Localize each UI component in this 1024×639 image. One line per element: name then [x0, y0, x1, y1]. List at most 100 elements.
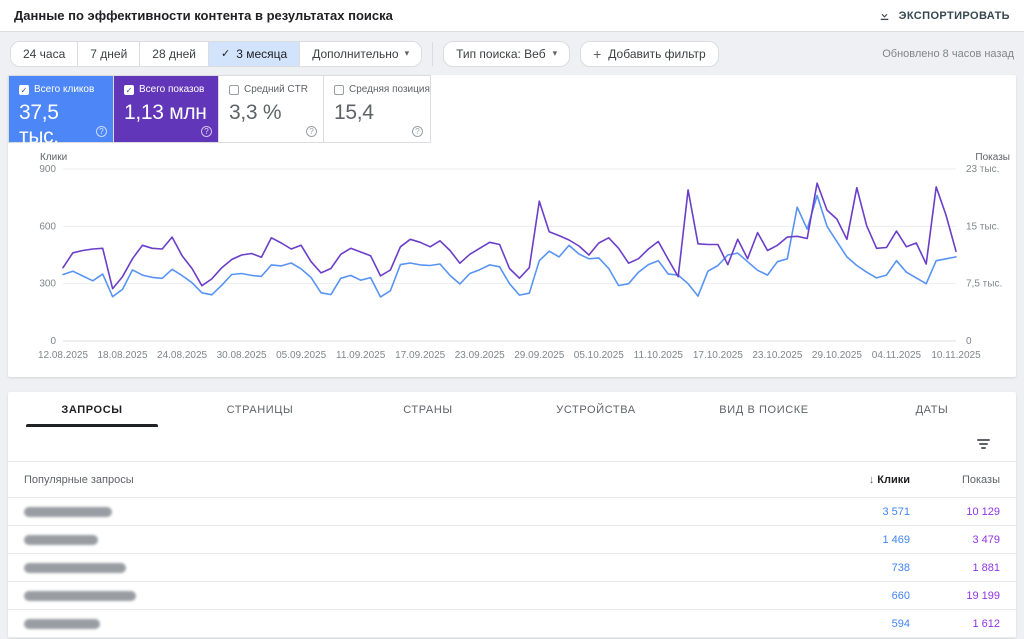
clicks-value: 3 571	[830, 506, 910, 518]
tab-pages[interactable]: СТРАНИЦЫ	[176, 392, 344, 427]
clicks-value: 594	[830, 618, 910, 630]
svg-text:23.09.2025: 23.09.2025	[455, 350, 505, 361]
avg-position-value: 15,4	[334, 101, 419, 125]
chevron-down-icon: ▾	[405, 48, 410, 59]
impressions-value: 1 612	[910, 618, 1000, 630]
svg-text:18.08.2025: 18.08.2025	[98, 350, 148, 361]
download-icon	[878, 9, 891, 22]
impressions-value: 10 129	[910, 506, 1000, 518]
export-button[interactable]: ЭКСПОРТИРОВАТЬ	[878, 9, 1010, 22]
svg-text:0: 0	[966, 336, 972, 347]
range-24h-button[interactable]: 24 часа	[11, 42, 78, 66]
svg-text:17.10.2025: 17.10.2025	[693, 350, 743, 361]
metric-tile-avg-ctr[interactable]: Средний CTR 3,3 % ?	[219, 76, 324, 142]
svg-text:10.11.2025: 10.11.2025	[931, 350, 981, 361]
sort-descending-icon: ↓	[869, 474, 875, 486]
svg-text:Показы: Показы	[975, 153, 1010, 163]
svg-text:11.10.2025: 11.10.2025	[634, 350, 684, 361]
total-impressions-value: 1,13 млн	[124, 101, 208, 125]
checkbox-unchecked-icon[interactable]	[334, 85, 344, 95]
clicks-value: 1 469	[830, 534, 910, 546]
svg-text:11.09.2025: 11.09.2025	[336, 350, 386, 361]
clicks-column-header[interactable]: ↓Клики	[830, 474, 910, 486]
svg-text:05.10.2025: 05.10.2025	[574, 350, 624, 361]
tab-devices[interactable]: УСТРОЙСТВА	[512, 392, 680, 427]
checkbox-checked-icon[interactable]: ✓	[124, 85, 134, 95]
table-row[interactable]: 738 1 881	[8, 554, 1016, 582]
metric-tile-avg-position[interactable]: Средняя позиция 15,4 ?	[324, 76, 429, 142]
total-clicks-value: 37,5 тыс.	[19, 101, 103, 149]
add-filter-button[interactable]: + Добавить фильтр	[580, 41, 719, 67]
checkbox-checked-icon[interactable]: ✓	[19, 85, 29, 95]
metric-tiles: ✓ Всего кликов 37,5 тыс. ? ✓ Всего показ…	[8, 75, 431, 143]
metric-tile-total-clicks[interactable]: ✓ Всего кликов 37,5 тыс. ?	[9, 76, 114, 142]
dimension-tabs: ЗАПРОСЫ СТРАНИЦЫ СТРАНЫ УСТРОЙСТВА ВИД В…	[8, 392, 1016, 427]
svg-text:17.09.2025: 17.09.2025	[395, 350, 445, 361]
metric-tile-total-impressions[interactable]: ✓ Всего показов 1,13 млн ?	[114, 76, 219, 142]
tab-dates[interactable]: ДАТЫ	[848, 392, 1016, 427]
page-title: Данные по эффективности контента в резул…	[14, 8, 393, 23]
queries-column-header[interactable]: Популярные запросы	[24, 474, 830, 486]
svg-text:300: 300	[39, 279, 56, 290]
tab-countries[interactable]: СТРАНЫ	[344, 392, 512, 427]
range-28d-button[interactable]: 28 дней	[140, 42, 209, 66]
impressions-column-header[interactable]: Показы	[910, 474, 1000, 486]
impressions-value: 3 479	[910, 534, 1000, 546]
svg-text:12.08.2025: 12.08.2025	[38, 350, 88, 361]
svg-text:600: 600	[39, 221, 56, 232]
redacted-query	[24, 619, 100, 629]
dimensions-card: ЗАПРОСЫ СТРАНИЦЫ СТРАНЫ УСТРОЙСТВА ВИД В…	[8, 392, 1016, 638]
performance-chart-svg: 900 23 тыс. 600 15 тыс. 300 7,5 тыс. 0 0 Клики По…	[8, 153, 1016, 365]
filter-band: 24 часа 7 дней 28 дней ✓ 3 месяца Дополн…	[0, 32, 1024, 75]
table-row[interactable]: 3 571 10 129	[8, 498, 1016, 526]
svg-text:900: 900	[39, 164, 56, 175]
help-icon[interactable]: ?	[306, 126, 317, 137]
svg-text:30.08.2025: 30.08.2025	[217, 350, 267, 361]
performance-card: ✓ Всего кликов 37,5 тыс. ? ✓ Всего показ…	[8, 75, 1016, 377]
svg-text:15 тыс.: 15 тыс.	[966, 221, 999, 232]
performance-chart[interactable]: 900 23 тыс. 600 15 тыс. 300 7,5 тыс. 0 0 Клики По…	[8, 143, 1016, 365]
redacted-query	[24, 507, 112, 517]
export-label: ЭКСПОРТИРОВАТЬ	[899, 10, 1010, 22]
checkbox-unchecked-icon[interactable]	[229, 85, 239, 95]
help-icon[interactable]: ?	[412, 126, 423, 137]
range-3m-button[interactable]: ✓ 3 месяца	[209, 42, 300, 66]
filter-divider	[432, 42, 433, 66]
plus-icon: +	[593, 46, 601, 62]
svg-text:Клики: Клики	[40, 153, 67, 163]
search-type-filter-button[interactable]: Тип поиска: Веб ▾	[443, 41, 570, 67]
svg-text:24.08.2025: 24.08.2025	[157, 350, 207, 361]
svg-text:7,5 тыс.: 7,5 тыс.	[966, 279, 1002, 290]
svg-text:0: 0	[50, 336, 56, 347]
help-icon[interactable]: ?	[201, 126, 212, 137]
range-more-button[interactable]: Дополнительно ▾	[300, 42, 421, 66]
impressions-value: 1 881	[910, 562, 1000, 574]
check-icon: ✓	[221, 47, 230, 60]
top-header-bar: Данные по эффективности контента в резул…	[0, 0, 1024, 32]
svg-text:23 тыс.: 23 тыс.	[966, 164, 999, 175]
table-header-row: Популярные запросы ↓Клики Показы	[8, 462, 1016, 498]
table-filter-icon[interactable]	[973, 435, 994, 453]
svg-text:29.10.2025: 29.10.2025	[812, 350, 862, 361]
tab-queries[interactable]: ЗАПРОСЫ	[8, 392, 176, 427]
date-range-segmented-control: 24 часа 7 дней 28 дней ✓ 3 месяца Дополн…	[10, 41, 422, 67]
svg-text:04.11.2025: 04.11.2025	[872, 350, 922, 361]
avg-ctr-value: 3,3 %	[229, 101, 313, 125]
clicks-value: 660	[830, 590, 910, 602]
help-icon[interactable]: ?	[96, 126, 107, 137]
redacted-query	[24, 591, 136, 601]
clicks-value: 738	[830, 562, 910, 574]
table-row[interactable]: 660 19 199	[8, 582, 1016, 610]
last-updated-label: Обновлено 8 часов назад	[882, 48, 1014, 60]
svg-text:29.09.2025: 29.09.2025	[514, 350, 564, 361]
chevron-down-icon: ▾	[553, 48, 558, 59]
redacted-query	[24, 563, 126, 573]
svg-text:23.10.2025: 23.10.2025	[752, 350, 802, 361]
svg-text:05.09.2025: 05.09.2025	[276, 350, 326, 361]
range-7d-button[interactable]: 7 дней	[78, 42, 140, 66]
table-row[interactable]: 594 1 612	[8, 610, 1016, 638]
table-row[interactable]: 1 469 3 479	[8, 526, 1016, 554]
redacted-query	[24, 535, 98, 545]
table-toolbar	[8, 427, 1016, 462]
tab-search-appearance[interactable]: ВИД В ПОИСКЕ	[680, 392, 848, 427]
